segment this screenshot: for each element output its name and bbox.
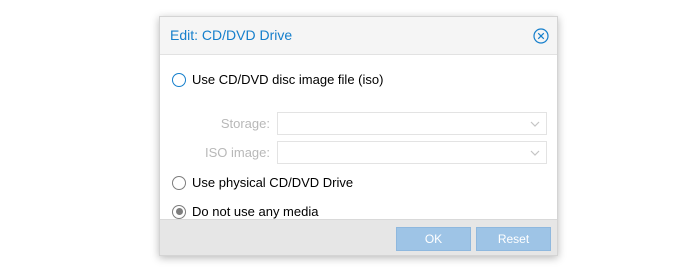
close-icon[interactable] — [533, 28, 549, 44]
reset-button[interactable]: Reset — [476, 227, 551, 251]
dialog-footer: OK Reset — [160, 219, 557, 255]
storage-label: Storage: — [220, 116, 270, 131]
dialog-title: Edit: CD/DVD Drive — [170, 27, 293, 43]
dialog-body: Use CD/DVD disc image file (iso) Storage… — [160, 55, 557, 221]
radio-button-iso[interactable] — [172, 72, 186, 87]
radio-label-no-media: Do not use any media — [192, 204, 319, 219]
chevron-down-icon[interactable] — [530, 148, 540, 158]
iso-image-combobox[interactable] — [277, 141, 547, 164]
dialog-titlebar: Edit: CD/DVD Drive — [160, 17, 557, 55]
radio-no-media[interactable]: Do not use any media — [172, 204, 318, 219]
ok-button[interactable]: OK — [396, 227, 471, 251]
edit-cd-dvd-dialog: Edit: CD/DVD Drive Use CD/DVD disc image… — [159, 16, 558, 256]
radio-label-physical: Use physical CD/DVD Drive — [192, 175, 354, 190]
chevron-down-icon[interactable] — [530, 119, 540, 129]
radio-label-iso: Use CD/DVD disc image file (iso) — [192, 72, 384, 87]
storage-combobox[interactable] — [277, 112, 547, 135]
radio-use-physical[interactable]: Use physical CD/DVD Drive — [172, 175, 353, 190]
iso-image-label: ISO image: — [204, 145, 270, 160]
storage-field-row: Storage: — [160, 112, 557, 136]
radio-use-iso[interactable]: Use CD/DVD disc image file (iso) — [172, 72, 383, 87]
iso-image-field-row: ISO image: — [160, 141, 557, 165]
radio-button-no-media[interactable] — [172, 204, 186, 219]
radio-button-physical[interactable] — [172, 175, 186, 190]
